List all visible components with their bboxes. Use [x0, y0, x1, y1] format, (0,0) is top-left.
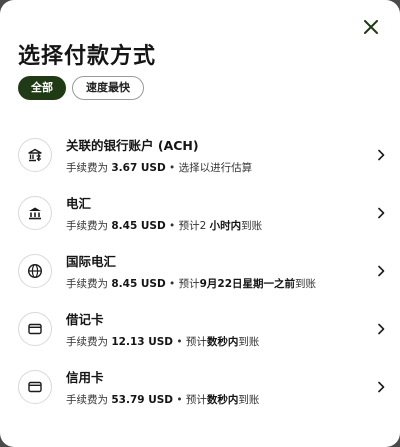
eta-bold: 小时内 — [209, 220, 242, 232]
close-button[interactable] — [360, 16, 382, 38]
fee-amount: 8.45 USD — [111, 278, 166, 290]
method-details: 手续费为 8.45 USD • 预计9月22日星期一之前到账 — [66, 276, 370, 291]
method-details: 手续费为 3.67 USD • 选择以进行估算 — [66, 160, 370, 175]
separator: • — [173, 394, 186, 406]
method-title: 信用卡 — [66, 370, 104, 385]
separator: • — [165, 162, 179, 174]
card-icon — [18, 370, 52, 404]
payment-method-international-wire[interactable]: 国际电汇 手续费为 8.45 USD • 预计9月22日星期一之前到账 — [18, 242, 386, 300]
fee-label: 手续费为 — [66, 220, 112, 232]
filter-chips: 全部 速度最快 — [18, 76, 144, 100]
separator: • — [165, 278, 179, 290]
method-title: 国际电汇 — [66, 254, 117, 269]
chevron-right-icon — [378, 149, 385, 161]
eta-bold: 9月22日星期一之前 — [199, 278, 296, 290]
separator: • — [165, 220, 179, 232]
method-title: 关联的银行账户 (ACH) — [66, 138, 199, 153]
fee-label: 手续费为 — [66, 336, 112, 348]
payment-method-debit-card[interactable]: 借记卡 手续费为 12.13 USD • 预计数秒内到账 — [18, 300, 386, 358]
filter-chip-fastest[interactable]: 速度最快 — [72, 76, 144, 100]
globe-icon — [18, 254, 52, 288]
eta-text: 选择以进行估算 — [178, 162, 253, 174]
eta-bold: 数秒内 — [206, 336, 239, 348]
bank-link-icon — [18, 138, 52, 172]
eta-suffix: 到账 — [295, 278, 317, 290]
method-details: 手续费为 12.13 USD • 预计数秒内到账 — [66, 334, 370, 349]
fee-amount: 12.13 USD — [111, 336, 174, 348]
fee-label: 手续费为 — [66, 278, 112, 290]
eta-text: 预计 — [185, 336, 207, 348]
chevron-right-icon — [378, 207, 385, 219]
sheet-title: 选择付款方式 — [18, 44, 157, 69]
chevron-right-icon — [378, 323, 385, 335]
eta-text: 预计 — [178, 278, 200, 290]
method-details: 手续费为 8.45 USD • 预计2 小时内到账 — [66, 218, 370, 233]
eta-bold: 数秒内 — [206, 394, 239, 406]
payment-method-list: 关联的银行账户 (ACH) 手续费为 3.67 USD • 选择以进行估算 电汇 — [18, 126, 386, 416]
payment-method-wire[interactable]: 电汇 手续费为 8.45 USD • 预计2 小时内到账 — [18, 184, 386, 242]
fee-label: 手续费为 — [66, 162, 112, 174]
payment-method-credit-card[interactable]: 信用卡 手续费为 53.79 USD • 预计数秒内到账 — [18, 358, 386, 416]
method-title: 电汇 — [66, 196, 92, 211]
eta-text: 预计2 — [178, 220, 210, 232]
bank-icon — [18, 196, 52, 230]
payment-method-sheet: 选择付款方式 全部 速度最快 关联的银行账户 (ACH) 手续费为 3.67 U… — [0, 0, 400, 447]
eta-text: 预计 — [185, 394, 207, 406]
chevron-right-icon — [378, 265, 385, 277]
method-details: 手续费为 53.79 USD • 预计数秒内到账 — [66, 392, 370, 407]
fee-amount: 3.67 USD — [111, 162, 166, 174]
chevron-right-icon — [378, 381, 385, 393]
fee-amount: 53.79 USD — [111, 394, 174, 406]
method-title: 借记卡 — [66, 312, 104, 327]
filter-chip-all[interactable]: 全部 — [18, 76, 66, 100]
eta-suffix: 到账 — [238, 336, 260, 348]
fee-label: 手续费为 — [66, 394, 112, 406]
eta-suffix: 到账 — [238, 394, 260, 406]
eta-suffix: 到账 — [241, 220, 263, 232]
payment-method-ach[interactable]: 关联的银行账户 (ACH) 手续费为 3.67 USD • 选择以进行估算 — [18, 126, 386, 184]
card-icon — [18, 312, 52, 346]
fee-amount: 8.45 USD — [111, 220, 166, 232]
close-icon — [364, 20, 378, 34]
separator: • — [173, 336, 186, 348]
